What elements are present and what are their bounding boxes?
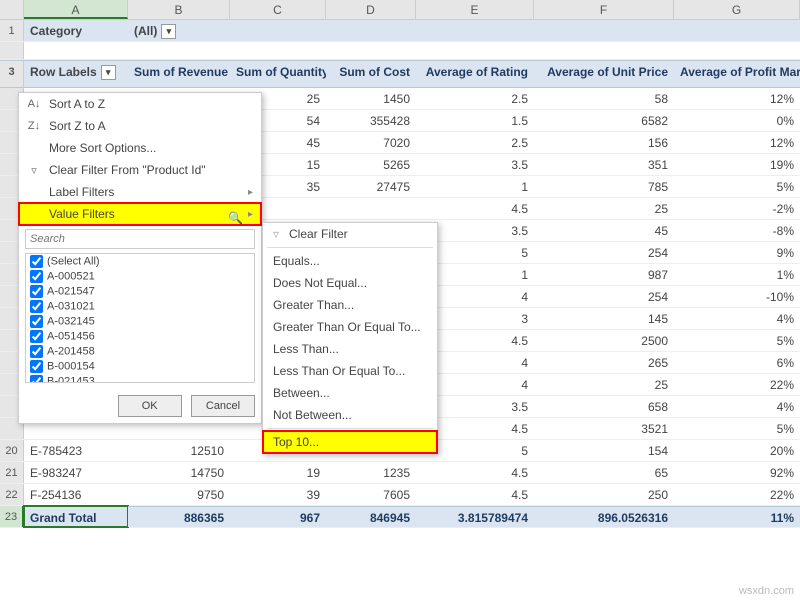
filter-check-item[interactable]: A-201458 [26,344,254,359]
filter-check-item[interactable]: B-000154 [26,359,254,374]
rowh[interactable]: 20 [0,440,24,461]
filter-checklist[interactable]: (Select All)A-000521A-021547A-031021A-03… [25,253,255,383]
col-header[interactable]: Sum of Revenue [128,61,230,87]
filter-check-item[interactable]: A-051456 [26,329,254,344]
clear-filter-sub: ▿Clear Filter [263,223,437,245]
funnel-icon: ▿ [25,164,43,177]
grand-total-value: 967 [230,506,326,527]
filter-equals[interactable]: Equals... [263,250,437,272]
filter-check-item[interactable]: A-021547 [26,284,254,299]
filter-not-between[interactable]: Not Between... [263,404,437,426]
col-header[interactable]: Average of Profit Margin [674,61,800,87]
grand-total-value: 896.0526316 [534,506,674,527]
column-headers: A B C D E F G [0,0,800,20]
checkbox[interactable] [30,315,43,328]
value-filters-submenu[interactable]: ▿Clear Filter Equals... Does Not Equal..… [262,222,438,454]
ok-button[interactable]: OK [118,395,182,417]
table-row: 21E-983247147501912354.56592% [0,462,800,484]
rowh-23[interactable]: 23 [0,506,24,527]
row-labels-header[interactable]: Row Labels▾ [24,61,128,87]
grand-total-value: 846945 [326,506,416,527]
sort-za-icon: Z↓ [25,120,43,132]
checkbox[interactable] [30,330,43,343]
filter-check-item[interactable]: B-021453 [26,374,254,383]
rowh[interactable]: 21 [0,462,24,483]
sort-ascending[interactable]: A↓Sort A to Z [19,93,261,115]
filter-less-equal[interactable]: Less Than Or Equal To... [263,360,437,382]
pivot-header-row: 3 Row Labels▾ Sum of Revenue Sum of Quan… [0,60,800,88]
watermark: wsxdn.com [739,585,794,597]
table-row: 22F-25413697503976054.525022% [0,484,800,506]
checkbox[interactable] [30,360,43,373]
colh-f[interactable]: F [534,0,674,19]
label-filters[interactable]: Label Filters [19,181,261,203]
filter-check-item[interactable]: A-000521 [26,269,254,284]
grand-total-label[interactable]: Grand Total [24,506,128,527]
sort-filter-menu[interactable]: A↓Sort A to Z Z↓Sort Z to A More Sort Op… [18,92,262,424]
checkbox[interactable] [30,345,43,358]
grand-total-value: 3.815789474 [416,506,534,527]
col-header[interactable]: Average of Unit Price [534,61,674,87]
colh-b[interactable]: B [128,0,230,19]
filter-less-than[interactable]: Less Than... [263,338,437,360]
clear-filter: ▿Clear Filter From "Product Id" [19,159,261,181]
grand-total-value: 11% [674,506,800,527]
col-header[interactable]: Sum of Cost [326,61,416,87]
checkbox[interactable] [30,375,43,383]
search-input[interactable] [25,229,255,249]
checkbox[interactable] [30,270,43,283]
rowh-1[interactable]: 1 [0,20,24,41]
rowh[interactable]: 22 [0,484,24,505]
filter-top-10[interactable]: Top 10... [263,431,437,453]
rowh-3[interactable]: 3 [0,61,24,87]
dropdown-icon[interactable]: ▾ [161,24,176,39]
checkbox[interactable] [30,300,43,313]
more-sort-options[interactable]: More Sort Options... [19,137,261,159]
blank-row [0,42,800,60]
filter-greater-than[interactable]: Greater Than... [263,294,437,316]
checkbox[interactable] [30,255,43,268]
col-header[interactable]: Sum of Quantity [230,61,326,87]
filter-between[interactable]: Between... [263,382,437,404]
funnel-icon: ▿ [273,227,289,241]
cancel-button[interactable]: Cancel [191,395,255,417]
pivot-filter-row: 1 Category (All)▾ [0,20,800,42]
col-header[interactable]: Average of Rating [416,61,534,87]
filter-field-label: Category [24,20,128,41]
filter-check-item[interactable]: A-031021 [26,299,254,314]
filter-check-item[interactable]: (Select All) [26,254,254,269]
filter-field-value[interactable]: (All)▾ [128,20,230,41]
colh-a[interactable]: A [24,0,128,19]
dropdown-icon[interactable]: ▾ [101,65,116,80]
rowh-blank[interactable] [0,42,24,59]
filter-check-item[interactable]: A-032145 [26,314,254,329]
sort-descending[interactable]: Z↓Sort Z to A [19,115,261,137]
colh-d[interactable]: D [326,0,416,19]
select-all-corner[interactable] [0,0,24,19]
value-filters[interactable]: Value Filters [19,203,261,225]
filter-greater-equal[interactable]: Greater Than Or Equal To... [263,316,437,338]
grand-total-value: 886365 [128,506,230,527]
grand-total-row: 23 Grand Total 886365 967 846945 3.81578… [0,506,800,528]
colh-c[interactable]: C [230,0,326,19]
sort-az-icon: A↓ [25,98,43,110]
colh-g[interactable]: G [674,0,800,19]
filter-not-equal[interactable]: Does Not Equal... [263,272,437,294]
checkbox[interactable] [30,285,43,298]
colh-e[interactable]: E [416,0,534,19]
